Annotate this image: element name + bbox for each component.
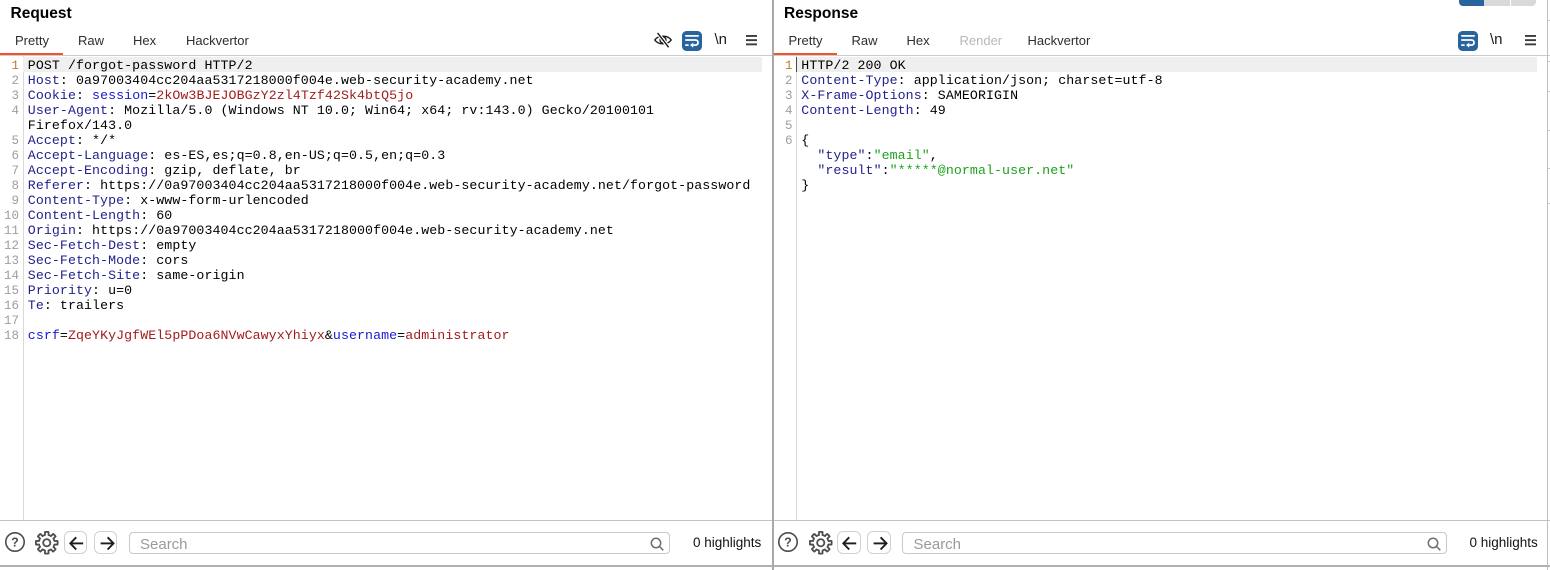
svg-text:?: ? bbox=[11, 535, 19, 549]
svg-text:?: ? bbox=[784, 535, 792, 549]
